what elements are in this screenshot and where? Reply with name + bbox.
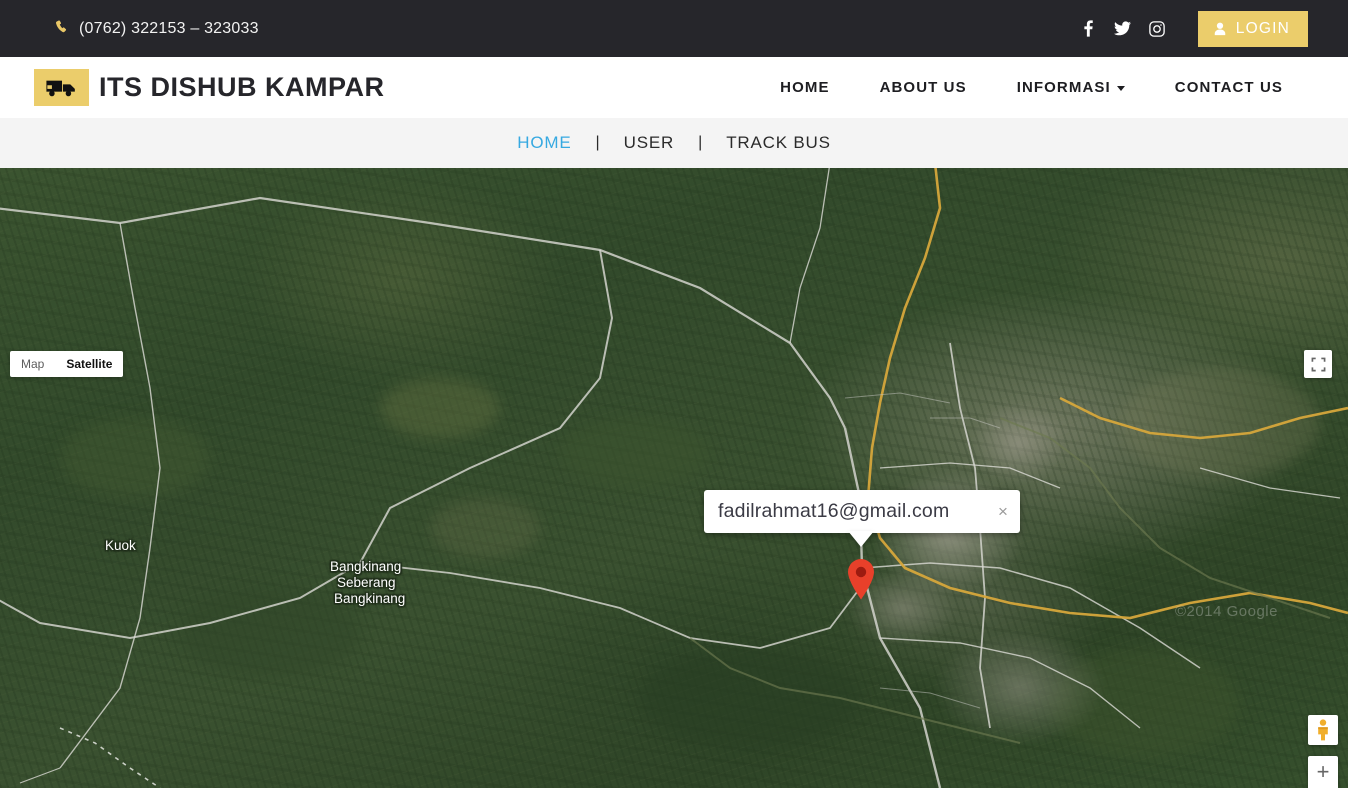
top-bar-right: LOGIN: [1072, 10, 1308, 47]
nav-label: HOME: [780, 79, 830, 96]
map-type-map[interactable]: Map: [10, 351, 55, 377]
nav-item-home[interactable]: HOME: [755, 79, 854, 96]
chevron-down-icon: [1116, 86, 1125, 91]
fullscreen-icon[interactable]: [1304, 350, 1332, 378]
breadcrumb-item-home[interactable]: HOME: [493, 133, 595, 153]
user-icon: [1213, 22, 1227, 36]
login-button[interactable]: LOGIN: [1197, 10, 1308, 47]
map-type-control[interactable]: Map Satellite: [10, 351, 124, 377]
twitter-icon[interactable]: [1106, 14, 1140, 44]
bus-icon: [34, 69, 89, 106]
nav-label: ABOUT US: [879, 79, 967, 96]
street-view-pegman-icon[interactable]: [1308, 715, 1338, 745]
close-icon[interactable]: ×: [986, 503, 1020, 520]
phone-icon: [53, 19, 70, 39]
nav-item-contact-us[interactable]: CONTACT US: [1150, 79, 1308, 96]
nav-item-informasi[interactable]: INFORMASI: [992, 79, 1150, 96]
zoom-in-button[interactable]: +: [1308, 756, 1338, 788]
phone-number: (0762) 322153 – 323033: [79, 19, 259, 37]
instagram-icon[interactable]: [1140, 14, 1174, 44]
main-navigation: HOME ABOUT US INFORMASI CONTACT US: [755, 79, 1308, 96]
road-network: [0, 168, 1348, 788]
map-container[interactable]: Kuok Bangkinang Seberang Bangkinang ©201…: [0, 168, 1348, 788]
login-label: LOGIN: [1235, 19, 1290, 37]
breadcrumb-item-track-bus[interactable]: TRACK BUS: [702, 133, 855, 153]
map-marker-icon[interactable]: [847, 558, 875, 600]
breadcrumb: HOME | USER | TRACK BUS: [0, 118, 1348, 168]
phone-contact: (0762) 322153 – 323033: [54, 20, 259, 38]
infowindow-text: fadilrahmat16@gmail.com: [718, 500, 950, 522]
brand[interactable]: ITS DISHUB KAMPAR: [34, 69, 385, 106]
top-bar: (0762) 322153 – 323033 LOGIN: [0, 0, 1348, 57]
nav-label: INFORMASI: [1016, 79, 1111, 96]
site-header: ITS DISHUB KAMPAR HOME ABOUT US INFORMAS…: [0, 57, 1348, 118]
facebook-icon[interactable]: [1072, 14, 1106, 44]
map-satellite-imagery[interactable]: Kuok Bangkinang Seberang Bangkinang ©201…: [0, 168, 1348, 788]
map-type-satellite[interactable]: Satellite: [55, 351, 123, 377]
nav-item-about-us[interactable]: ABOUT US: [855, 79, 992, 96]
infowindow-pointer: [848, 531, 874, 547]
map-infowindow[interactable]: fadilrahmat16@gmail.com ×: [704, 490, 1020, 533]
brand-title: ITS DISHUB KAMPAR: [99, 72, 385, 102]
breadcrumb-item-user[interactable]: USER: [600, 133, 698, 153]
nav-label: CONTACT US: [1174, 79, 1283, 96]
